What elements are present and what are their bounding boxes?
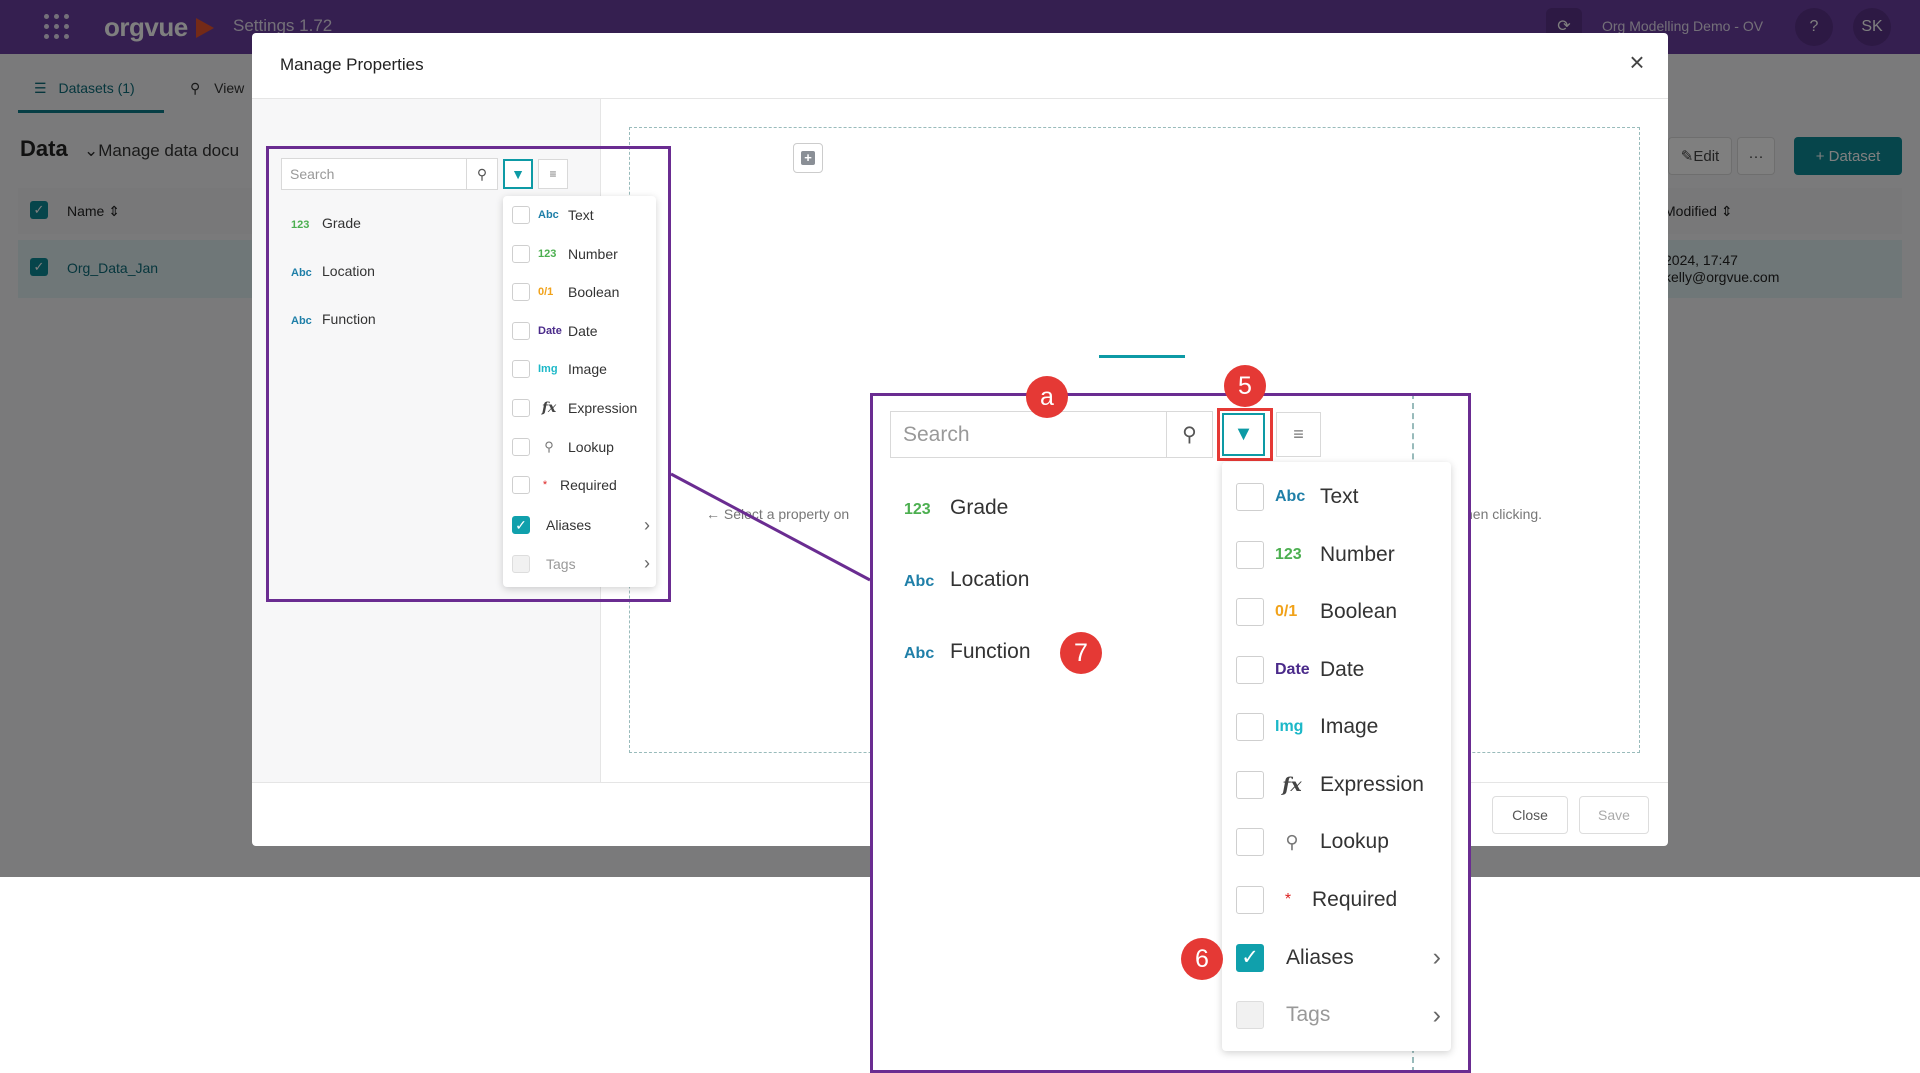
step-badge: 7: [1060, 632, 1102, 674]
step-badge: 5: [1224, 365, 1266, 407]
highlight-frame-large: [870, 393, 1471, 1073]
step-badge: 6: [1181, 938, 1223, 980]
step-badge: a: [1026, 376, 1068, 418]
callout-line: [670, 472, 871, 582]
